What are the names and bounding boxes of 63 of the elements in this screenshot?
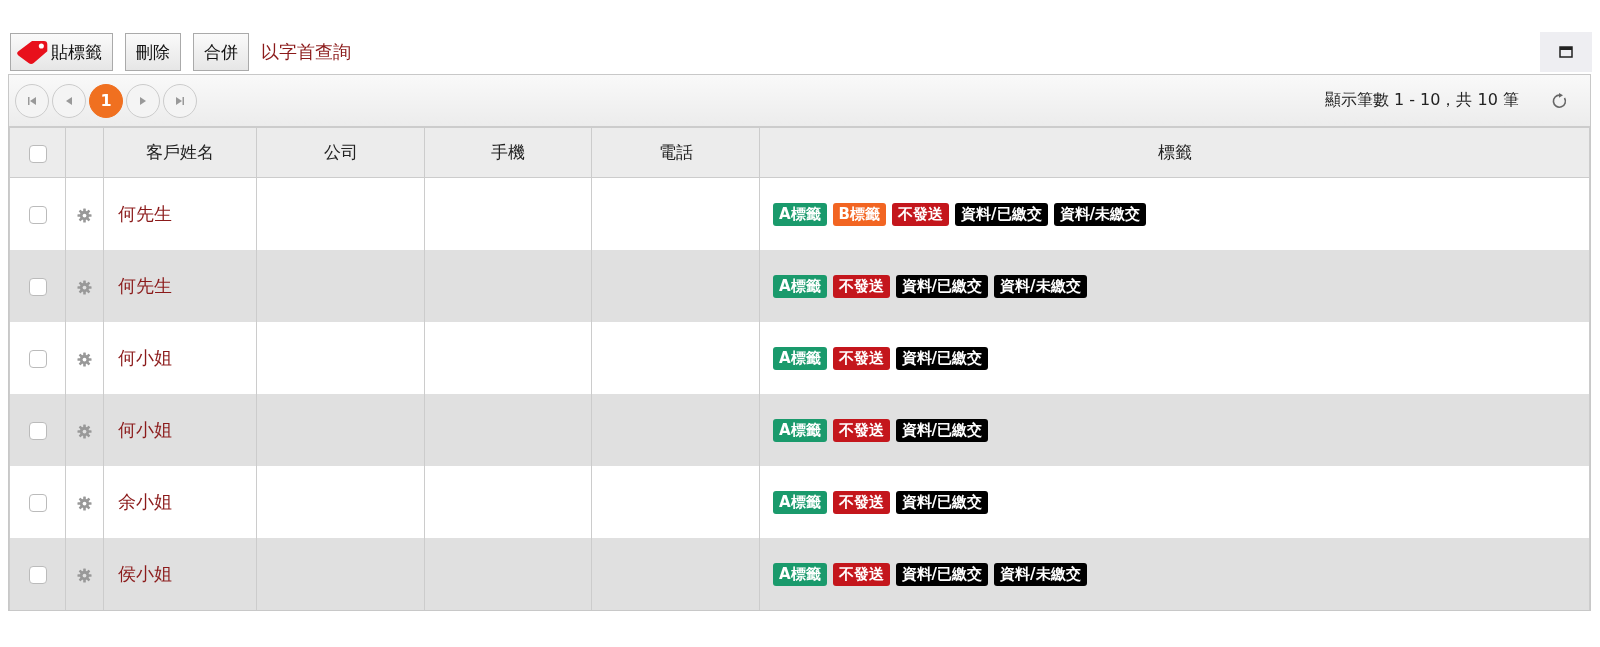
customer-name-link[interactable]: 侯小姐 xyxy=(118,563,172,584)
settings-icon[interactable] xyxy=(77,567,92,583)
left-triangle-icon xyxy=(64,95,74,106)
tag-label: 不發送 xyxy=(832,274,890,298)
settings-icon[interactable] xyxy=(77,279,92,295)
row-checkbox[interactable] xyxy=(28,421,47,440)
row-checkbox[interactable] xyxy=(28,493,47,512)
first-page-icon xyxy=(27,95,37,106)
toolbar-button[interactable]: 合併 xyxy=(193,33,249,71)
column-header: 電話 xyxy=(591,128,760,178)
next-page-button[interactable] xyxy=(126,83,160,118)
tag-label: 不發送 xyxy=(832,346,890,370)
tag-label: 資料/已繳交 xyxy=(895,346,989,370)
tag-label: 資料/已繳交 xyxy=(895,274,989,298)
tag-label: 資料/未繳交 xyxy=(994,274,1087,298)
row-checkbox[interactable] xyxy=(28,205,47,224)
customer-name-link[interactable]: 余小姐 xyxy=(118,491,172,512)
row-checkbox[interactable] xyxy=(28,277,47,296)
price-tag-icon xyxy=(15,39,49,65)
customer-name-link[interactable]: 何小姐 xyxy=(118,419,172,440)
maximize-button[interactable] xyxy=(1540,32,1592,72)
row-checkbox[interactable] xyxy=(28,349,47,368)
tag-label: 資料/未繳交 xyxy=(1053,202,1146,226)
last-page-button[interactable] xyxy=(163,83,197,118)
tag-label: 不發送 xyxy=(892,202,950,226)
window-icon xyxy=(1559,46,1573,58)
right-triangle-icon xyxy=(138,95,148,106)
tag-label: A標籤 xyxy=(773,346,827,370)
settings-icon[interactable] xyxy=(77,207,92,223)
tag-label: 資料/已繳交 xyxy=(955,202,1048,226)
column-header: 手機 xyxy=(424,128,592,178)
tag-label: A標籤 xyxy=(773,562,827,586)
tag-label: 資料/已繳交 xyxy=(895,418,989,442)
previous-page-button[interactable] xyxy=(52,83,86,118)
refresh-icon[interactable] xyxy=(1552,92,1568,109)
customer-name-link[interactable]: 何先生 xyxy=(118,275,172,296)
tag-label: 不發送 xyxy=(832,562,890,586)
column-header: 公司 xyxy=(256,128,425,178)
first-page-button[interactable] xyxy=(15,83,49,118)
select-all-checkbox[interactable] xyxy=(28,144,47,163)
tag-label: B標籤 xyxy=(832,202,887,226)
customer-name-link[interactable]: 何小姐 xyxy=(118,347,172,368)
tag-label: A標籤 xyxy=(773,274,827,298)
row-checkbox[interactable] xyxy=(28,565,47,584)
tag-label: A標籤 xyxy=(773,490,827,514)
settings-icon[interactable] xyxy=(77,351,92,367)
toolbar-button[interactable]: 刪除 xyxy=(125,33,181,71)
tag-label: A標籤 xyxy=(773,202,827,226)
column-header: 客戶姓名 xyxy=(103,128,257,178)
last-page-icon xyxy=(175,95,185,106)
customer-name-link[interactable]: 何先生 xyxy=(118,203,172,224)
column-header: 標籤 xyxy=(759,128,1590,178)
tag-label: 資料/未繳交 xyxy=(994,562,1087,586)
record-count-text: 顯示筆數 1 - 10，共 10 筆 xyxy=(1324,90,1519,111)
toolbar-button[interactable]: 貼標籤 xyxy=(10,33,113,71)
tag-label: A標籤 xyxy=(773,418,827,442)
tag-label: 不發送 xyxy=(832,490,890,514)
settings-icon[interactable] xyxy=(77,423,92,439)
tag-label: 資料/已繳交 xyxy=(895,490,989,514)
letter-search-link[interactable]: 以字首查詢 xyxy=(261,40,351,64)
tag-label: 資料/已繳交 xyxy=(895,562,989,586)
settings-icon[interactable] xyxy=(77,495,92,511)
tag-label: 不發送 xyxy=(832,418,890,442)
